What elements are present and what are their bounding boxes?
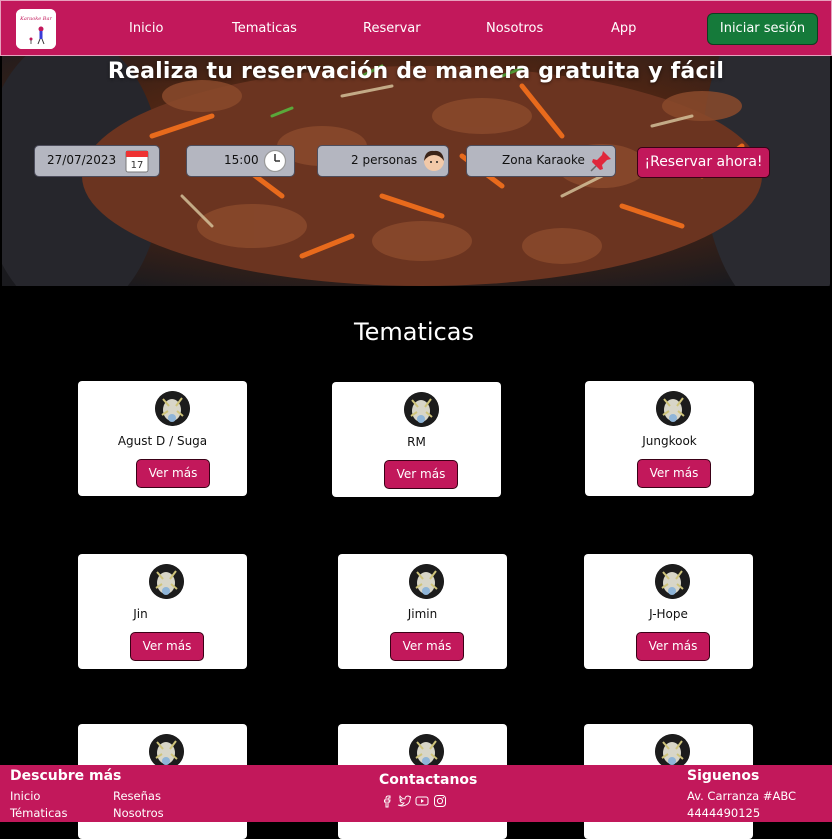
theme-card: Jin Ver más bbox=[78, 554, 247, 669]
reserve-now-button[interactable]: ¡Reservar ahora! bbox=[637, 147, 770, 178]
nav-link-nosotros[interactable]: Nosotros bbox=[486, 21, 543, 36]
pushpin-icon bbox=[590, 151, 611, 172]
theme-avatar bbox=[409, 734, 444, 769]
hero-banner: Realiza tu reservación de manera gratuit… bbox=[2, 56, 830, 286]
see-more-button[interactable]: Ver más bbox=[130, 632, 204, 661]
nav-link-reservar[interactable]: Reservar bbox=[363, 21, 421, 36]
date-input[interactable]: 27/07/2023 17 bbox=[34, 145, 160, 177]
follow-title: Siguenos bbox=[687, 768, 760, 784]
calendar-icon: 17 bbox=[125, 150, 149, 173]
guests-value: 2 personas bbox=[351, 153, 418, 167]
theme-avatar bbox=[656, 391, 691, 426]
login-button[interactable]: Iniciar sesión bbox=[707, 13, 818, 45]
svg-text:17: 17 bbox=[131, 160, 144, 171]
theme-card: Agust D / Suga Ver más bbox=[78, 381, 247, 496]
theme-name: Jin bbox=[133, 607, 148, 621]
theme-avatar bbox=[655, 564, 690, 599]
footer-phone: 4444490125 bbox=[687, 806, 761, 820]
nav-link-tematicas[interactable]: Tematicas bbox=[232, 21, 297, 36]
theme-card: Jimin Ver más bbox=[338, 554, 507, 669]
theme-avatar bbox=[404, 392, 439, 427]
theme-avatar bbox=[655, 734, 690, 769]
see-more-button[interactable]: Ver más bbox=[636, 632, 710, 661]
time-input[interactable]: 15:00 bbox=[186, 145, 295, 177]
theme-avatar bbox=[149, 734, 184, 769]
see-more-button[interactable]: Ver más bbox=[637, 459, 711, 488]
see-more-button[interactable]: Ver más bbox=[384, 460, 458, 489]
theme-name: Agust D / Suga bbox=[117, 434, 208, 448]
theme-name: RM bbox=[407, 435, 426, 449]
time-value: 15:00 bbox=[224, 153, 259, 167]
theme-card: J-Hope Ver más bbox=[584, 554, 753, 669]
nav-link-inicio[interactable]: Inicio bbox=[129, 21, 163, 36]
see-more-button[interactable]: Ver más bbox=[390, 632, 464, 661]
footer-link-inicio[interactable]: Inicio bbox=[10, 789, 40, 803]
svg-text:Karaoke Bar: Karaoke Bar bbox=[19, 16, 52, 22]
brand-logo[interactable]: Karaoke Bar bbox=[16, 9, 56, 49]
nav-link-app[interactable]: App bbox=[611, 21, 636, 36]
theme-card: Jungkook Ver más bbox=[585, 381, 754, 496]
youtube-icon[interactable] bbox=[415, 794, 429, 808]
theme-name: Jimin bbox=[407, 607, 438, 621]
theme-name: J-Hope bbox=[649, 607, 688, 621]
zone-value: Zona Karaoke bbox=[502, 153, 585, 167]
footer-address: Av. Carranza #ABC bbox=[687, 789, 797, 803]
zone-select[interactable]: Zona Karaoke bbox=[466, 145, 616, 177]
clock-icon bbox=[263, 149, 287, 173]
footer-link-resenas[interactable]: Reseñas bbox=[113, 789, 161, 803]
date-value: 27/07/2023 bbox=[47, 153, 117, 167]
discover-title: Descubre más bbox=[10, 768, 122, 784]
contact-title: Contactanos bbox=[379, 772, 478, 788]
site-footer: Descubre más Inicio Reseñas Tématicas No… bbox=[0, 765, 832, 822]
footer-link-nosotros[interactable]: Nosotros bbox=[113, 806, 164, 820]
hero-title: Realiza tu reservación de manera gratuit… bbox=[107, 59, 725, 84]
footer-link-tematicas[interactable]: Tématicas bbox=[10, 806, 67, 820]
guests-input[interactable]: 2 personas bbox=[317, 145, 449, 177]
theme-avatar bbox=[155, 391, 190, 426]
theme-avatar bbox=[409, 564, 444, 599]
theme-name: Jungkook bbox=[642, 434, 697, 448]
themes-title: Tematicas bbox=[354, 318, 474, 346]
instagram-icon[interactable] bbox=[433, 794, 447, 808]
theme-card: RM Ver más bbox=[332, 382, 501, 497]
see-more-button[interactable]: Ver más bbox=[136, 459, 210, 488]
facebook-icon[interactable] bbox=[380, 794, 394, 808]
twitter-icon[interactable] bbox=[397, 794, 411, 808]
person-icon bbox=[424, 150, 444, 171]
theme-avatar bbox=[149, 564, 184, 599]
top-navbar: Karaoke Bar Inicio Tematicas Reservar No… bbox=[0, 0, 832, 56]
